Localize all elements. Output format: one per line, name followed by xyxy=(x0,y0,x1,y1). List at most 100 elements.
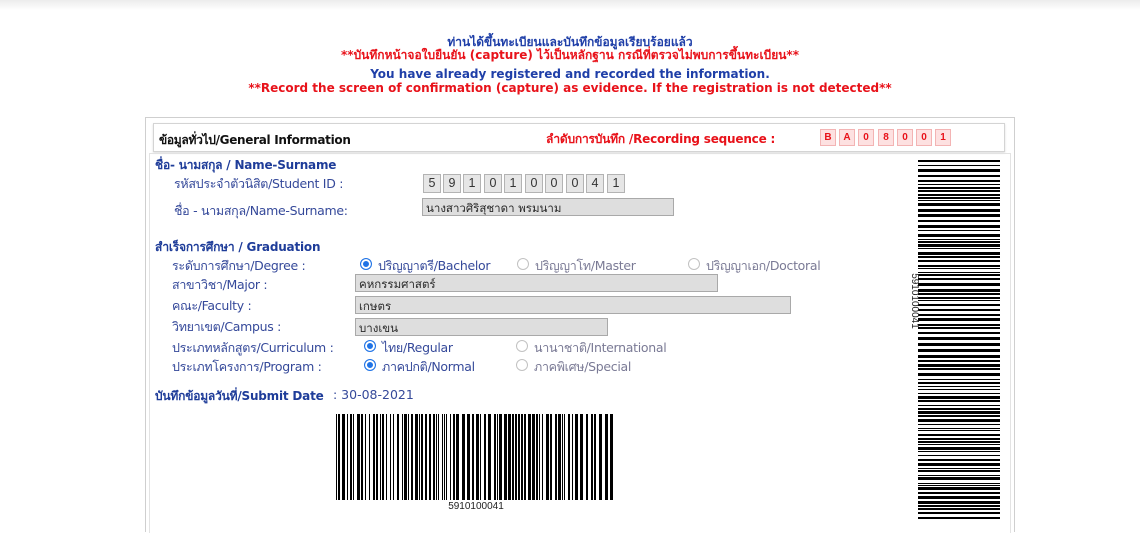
barcode-bar xyxy=(453,414,455,500)
barcode-bar xyxy=(918,314,1000,316)
barcode-bar xyxy=(484,414,486,500)
degree-doctoral-radio[interactable] xyxy=(688,258,700,270)
barcode-bar xyxy=(532,414,535,500)
barcode-bar xyxy=(918,327,1000,329)
barcode-bar xyxy=(918,248,1000,249)
barcode-bar xyxy=(918,485,1000,486)
barcode-bar xyxy=(918,197,1000,199)
barcode-bar xyxy=(382,414,384,500)
barcode-bar xyxy=(918,160,1000,162)
barcode-bar xyxy=(357,414,360,500)
barcode-bar xyxy=(550,414,552,500)
barcode-bar xyxy=(918,512,1000,514)
barcode-bar xyxy=(918,424,1000,425)
student-id-digit: 0 xyxy=(525,174,543,193)
barcode-bar xyxy=(918,400,1000,402)
barcode-bar xyxy=(918,194,1000,196)
barcode-bar xyxy=(528,414,531,500)
barcode-bar xyxy=(512,414,514,500)
barcode-bar xyxy=(918,343,1000,346)
barcode-bar xyxy=(515,414,517,500)
submit-date-label: บันทึกข้อมูลวันที่/Submit Date xyxy=(155,389,324,403)
barcode-bar xyxy=(918,256,1000,258)
barcode-bar xyxy=(918,411,1000,414)
panel-title-bar: ข้อมูลทั่วไป/General Information ลำดับกา… xyxy=(153,123,1005,152)
header-english-confirmation: You have already registered and recorded… xyxy=(370,67,770,81)
barcode-bar xyxy=(918,225,1000,228)
campus-field[interactable]: บางเขน xyxy=(355,318,608,336)
barcode-bar xyxy=(369,414,370,500)
major-field[interactable]: คหกรรมศาสตร์ xyxy=(355,274,718,292)
program-label: ประเภทโครงการ/Program : xyxy=(172,359,322,374)
barcode-bar xyxy=(918,180,1000,182)
barcode-bar xyxy=(438,414,439,500)
barcode-bar xyxy=(918,293,1000,295)
barcode-bar xyxy=(918,239,1000,240)
barcode-bar xyxy=(605,414,608,500)
barcode-bar xyxy=(462,414,465,500)
curriculum-international-label: นานาชาติ/International xyxy=(534,340,667,355)
barcode-bar xyxy=(918,300,1000,301)
barcode-bar xyxy=(918,468,1000,469)
barcode-bar xyxy=(918,234,1000,237)
student-id-label: รหัสประจำตัวนิสิต/Student ID : xyxy=(174,176,344,191)
faculty-field[interactable]: เกษตร xyxy=(355,296,791,314)
barcode-bar xyxy=(494,414,496,500)
curriculum-regular-radio[interactable] xyxy=(364,340,376,352)
barcode-bar xyxy=(353,414,354,500)
barcode-bar xyxy=(429,414,431,500)
program-normal-label: ภาคปกติ/Normal xyxy=(382,359,475,374)
barcode-bar xyxy=(536,414,538,500)
panel-content: ชื่อ- นามสกุล / Name-Surname รหัสประจำตั… xyxy=(146,152,1014,533)
barcode-bar xyxy=(918,324,1000,326)
barcode-bar xyxy=(918,220,1000,222)
barcode-bar xyxy=(521,414,523,500)
barcode-bar xyxy=(918,360,1000,362)
barcode-bar xyxy=(404,414,407,500)
curriculum-label: ประเภทหลักสูตร/Curriculum : xyxy=(172,340,334,355)
program-special-radio[interactable] xyxy=(516,359,528,371)
barcode-bar xyxy=(380,414,381,500)
barcode-bar xyxy=(442,414,443,500)
barcode-bar xyxy=(918,455,1000,456)
barcode-bar xyxy=(415,414,418,500)
student-id-digit: 0 xyxy=(484,174,502,193)
barcode-bar xyxy=(918,283,1000,286)
header-english-capture-note: **Record the screen of confirmation (cap… xyxy=(248,81,892,95)
barcode-bar xyxy=(918,209,1000,212)
barcode-bar xyxy=(918,393,1000,394)
barcode-bar xyxy=(476,414,479,500)
barcode-bar xyxy=(425,414,427,500)
general-information-panel: ข้อมูลทั่วไป/General Information ลำดับกา… xyxy=(145,117,1015,533)
barcode-bar xyxy=(558,414,561,500)
barcode-bar xyxy=(918,169,1000,172)
barcode-bar xyxy=(918,190,1000,192)
barcode-bar xyxy=(918,501,1000,504)
program-normal-radio[interactable] xyxy=(364,359,376,371)
sequence-char: 1 xyxy=(935,129,951,146)
panel-title: ข้อมูลทั่วไป/General Information xyxy=(159,133,351,147)
vertical-barcode xyxy=(918,160,1000,519)
barcode-bar xyxy=(918,364,1000,367)
barcode-bar xyxy=(918,332,1000,334)
name-surname-field[interactable]: นางสาวศิริสุชาดา พรมนาม xyxy=(422,198,674,216)
barcode-bar xyxy=(350,414,352,500)
barcode-bar xyxy=(342,414,345,500)
barcode-bar xyxy=(918,309,1000,311)
barcode-bar xyxy=(488,414,491,500)
barcode-bar xyxy=(411,414,413,500)
barcode-bar xyxy=(918,408,1000,410)
degree-bachelor-radio[interactable] xyxy=(360,258,372,270)
barcode-bar xyxy=(918,475,1000,476)
barcode-bar xyxy=(555,414,557,500)
degree-master-radio[interactable] xyxy=(517,258,529,270)
barcode-bar xyxy=(918,496,1000,499)
barcode-bar xyxy=(918,278,1000,280)
barcode-bar xyxy=(918,459,1000,461)
curriculum-international-radio[interactable] xyxy=(516,340,528,352)
barcode-bar xyxy=(450,414,451,500)
barcode-bar xyxy=(421,414,423,500)
barcode-bar xyxy=(918,265,1000,267)
barcode-bar xyxy=(594,414,596,500)
barcode-bar xyxy=(444,414,445,500)
